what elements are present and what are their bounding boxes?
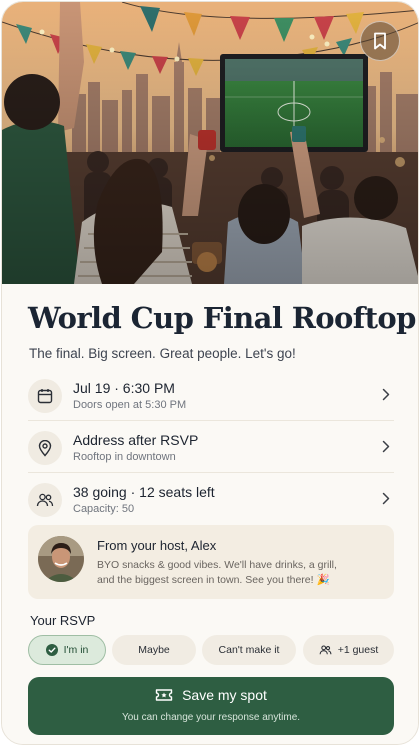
host-message: BYO snacks & good vibes. We'll have drin… [97,559,337,586]
rsvp-option-label: Can't make it [218,644,280,656]
address-text: Address after RSVP [73,432,199,448]
save-my-spot-button[interactable]: Save my spot You can change your respons… [28,677,394,735]
rooftop-party-illustration [2,2,418,284]
ticket-icon [155,689,173,701]
check-circle-icon [45,644,58,656]
event-tagline: The final. Big screen. Great people. Let… [29,346,296,361]
event-screen: World Cup Final Rooftop The final. Big s… [1,1,419,745]
attendance-text: 38 going · 12 seats left [73,484,215,500]
bookmark-icon [374,32,386,50]
cta-label: Save my spot [182,687,267,703]
divider [28,420,394,421]
chevron-right-icon [382,388,390,401]
cta-note: You can change your response anytime. [121,712,301,723]
doors-open-text: Doors open at 5:30 PM [73,399,187,411]
people-icon [28,483,62,517]
location-hint-text: Rooftop in downtown [73,451,176,463]
date-text: Jul 19 · 6:30 PM [73,380,175,396]
hero-image [2,2,418,284]
calendar-icon [28,379,62,413]
event-title: World Cup Final Rooftop [28,301,416,335]
rsvp-option-maybe[interactable]: Maybe [112,635,196,665]
rsvp-option-cant-make-it[interactable]: Can't make it [202,635,296,665]
rsvp-option-im-in[interactable]: I'm in [28,635,106,665]
capacity-text: Capacity: 50 [73,503,135,515]
chevron-right-icon [382,440,390,453]
rsvp-option-plus-one[interactable]: +1 guest [303,635,394,665]
location-pin-icon [28,431,62,465]
bookmark-button[interactable] [360,21,400,61]
host-avatar [38,536,84,582]
rsvp-option-label: I'm in [63,644,89,656]
chevron-right-icon [382,492,390,505]
rsvp-option-label: +1 guest [337,644,379,656]
host-message-card: From your host, Alex BYO snacks & good v… [28,525,394,599]
event-details: World Cup Final Rooftop The final. Big s… [2,284,418,744]
people-icon [319,645,332,655]
rsvp-label: Your RSVP [30,613,96,628]
rsvp-option-label: Maybe [138,644,170,656]
attendance-row[interactable]: 38 going · 12 seats left Capacity: 50 [28,479,394,531]
host-title: From your host, Alex [97,538,217,553]
divider [28,472,394,473]
